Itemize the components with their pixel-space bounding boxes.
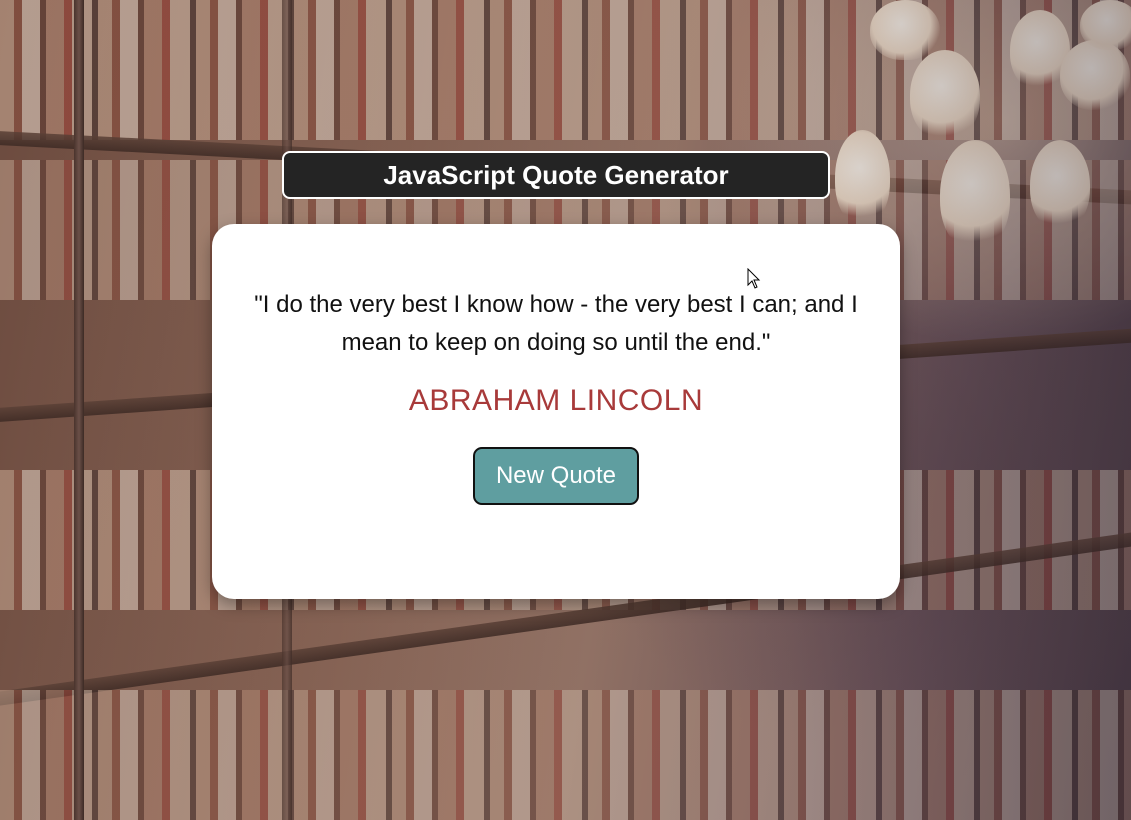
- quote-card: "I do the very best I know how - the ver…: [212, 224, 900, 599]
- page-title: JavaScript Quote Generator: [282, 151, 830, 199]
- quote-author: ABRAHAM LINCOLN: [408, 384, 704, 417]
- new-quote-button[interactable]: New Quote: [473, 447, 639, 505]
- mouse-pointer-icon: [747, 267, 761, 290]
- quote-text: "I do the very best I know how - the ver…: [254, 291, 858, 356]
